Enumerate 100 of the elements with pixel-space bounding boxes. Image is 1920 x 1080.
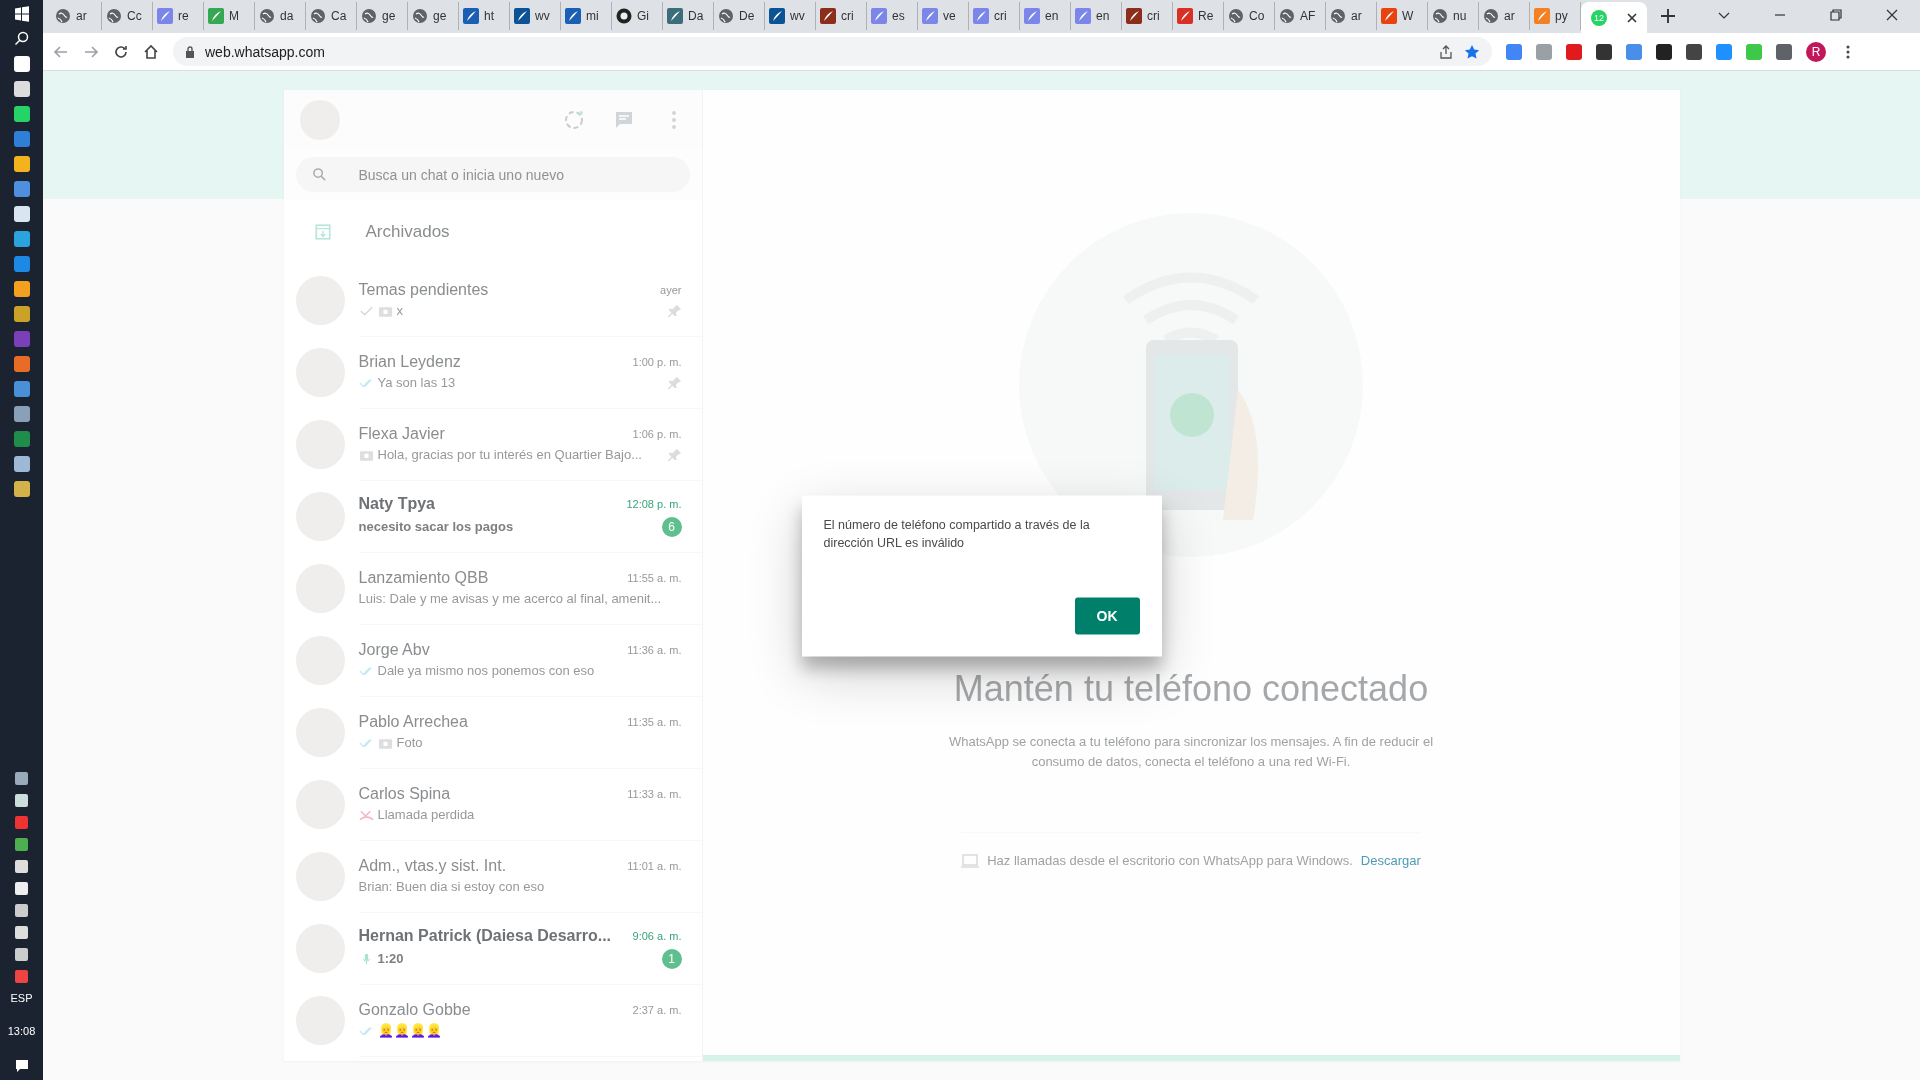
browser-tab[interactable]: W — [1377, 2, 1428, 30]
browser-tab[interactable]: nu — [1428, 2, 1479, 30]
globe-icon — [1228, 8, 1244, 24]
browser-tab[interactable]: ge — [357, 2, 408, 30]
chat-time: 2:37 a. m. — [632, 1004, 682, 1016]
browser-tab[interactable]: ar — [51, 2, 102, 30]
chat-name: Adm., vtas.y sist. Int. — [358, 857, 508, 875]
chat-name: Gonzalo Gobbe — [358, 1001, 472, 1019]
app-icon[interactable] — [13, 456, 30, 472]
search-field[interactable]: Busca un chat o inicia uno nuevo — [295, 157, 690, 192]
site-icon — [1534, 8, 1550, 24]
site-icon — [208, 8, 224, 24]
unread-count-badge: 6 — [661, 516, 682, 537]
browser-tab[interactable]: es — [867, 2, 918, 30]
chat-time: 11:35 a. m. — [627, 716, 682, 728]
search-icon — [311, 167, 327, 182]
windows-logo-icon[interactable] — [13, 6, 30, 22]
app-icon[interactable] — [13, 281, 30, 297]
browser-tab[interactable]: Re — [1173, 2, 1224, 30]
tray-icon[interactable] — [15, 882, 28, 895]
app-icon[interactable] — [13, 81, 30, 97]
browser-tab[interactable]: ar — [1326, 2, 1377, 30]
clock[interactable]: 13:08 — [7, 1025, 36, 1037]
chat-name: Flexa Javier — [358, 425, 446, 443]
restore-icon[interactable] — [1830, 9, 1842, 21]
browser-tab[interactable]: en — [1020, 2, 1071, 30]
browser-tab[interactable]: re — [153, 2, 204, 30]
back-arrow-icon[interactable] — [53, 43, 69, 60]
reload-icon[interactable] — [113, 43, 129, 60]
message-preview: x — [396, 303, 403, 318]
browser-tab[interactable]: da — [255, 2, 306, 30]
browser-tab[interactable]: Da — [663, 2, 714, 30]
browser-tab[interactable]: mi — [561, 2, 612, 30]
double-check-icon — [358, 376, 374, 389]
chat-time: 11:33 a. m. — [627, 788, 682, 800]
site-icon — [1126, 8, 1142, 24]
message-preview: 👱‍♀👱‍♀👱‍♀👱‍♀ — [377, 1023, 442, 1038]
browser-tab[interactable]: Cc — [102, 2, 153, 30]
forward-arrow-icon[interactable] — [83, 43, 99, 60]
browser-tab[interactable]: AF — [1275, 2, 1326, 30]
language-indicator[interactable]: ESP — [10, 992, 33, 1004]
globe-icon — [310, 8, 326, 24]
app-icon[interactable] — [13, 56, 30, 72]
site-icon — [1177, 8, 1193, 24]
globe-icon — [106, 8, 122, 24]
browser-tab[interactable]: Gi — [612, 2, 663, 30]
message-preview: Ya son las 13 — [377, 375, 456, 390]
star-icon[interactable] — [1464, 43, 1480, 60]
browser-tab[interactable]: ht — [459, 2, 510, 30]
browser-tab[interactable]: en — [1071, 2, 1122, 30]
app-icon[interactable] — [13, 306, 30, 322]
message-preview: Dale ya mismo nos ponemos con eso — [377, 663, 595, 678]
archive-box-icon — [313, 223, 332, 241]
double-check-icon — [358, 736, 374, 749]
site-icon — [514, 8, 530, 24]
extension-icon[interactable] — [1596, 43, 1612, 60]
globe-icon — [55, 8, 71, 24]
address-bar[interactable]: web.whatsapp.com — [173, 37, 1492, 66]
home-icon[interactable] — [143, 43, 159, 60]
extension-icon[interactable] — [1656, 43, 1672, 60]
browser-tab[interactable]: De — [714, 2, 765, 30]
message-preview: necesito sacar los pagos — [358, 519, 514, 534]
ok-button[interactable]: OK — [1074, 597, 1140, 634]
close-icon[interactable] — [1886, 9, 1898, 21]
site-icon — [769, 8, 785, 24]
app-icon[interactable] — [13, 156, 30, 172]
chat-row[interactable]: Pablo Arrechea 11:35 a. m. Foto — [283, 696, 702, 768]
unread-badge: 12 — [1591, 9, 1607, 26]
browser-tab[interactable]: M — [204, 2, 255, 30]
chat-row[interactable]: Hernan Patrick (Daiesa Desarro... 9:06 a. m. 1:20 1 — [283, 912, 702, 984]
app-icon[interactable] — [13, 106, 30, 122]
browser-tab[interactable]: wv — [765, 2, 816, 30]
new-tab-icon[interactable] — [1661, 9, 1675, 23]
app-icon[interactable] — [13, 481, 30, 497]
notifications-icon[interactable] — [13, 1058, 30, 1074]
browser-tab[interactable]: cri — [1122, 2, 1173, 30]
browser-tab[interactable]: ve — [918, 2, 969, 30]
browser-tab[interactable]: Co — [1224, 2, 1275, 30]
search-icon[interactable] — [13, 31, 30, 47]
site-icon — [1024, 8, 1040, 24]
browser-tab[interactable]: cri — [969, 2, 1020, 30]
extension-icon[interactable] — [1686, 43, 1702, 60]
app-icon[interactable] — [13, 406, 30, 422]
chat-time: 1:06 p. m. — [632, 428, 682, 440]
share-icon[interactable] — [1438, 43, 1454, 60]
browser-tab[interactable]: wv — [510, 2, 561, 30]
profile-avatar[interactable]: R — [1806, 41, 1826, 62]
chat-row[interactable]: Carlos Spina 11:33 a. m. Llamada perdida — [283, 768, 702, 840]
app-icon[interactable] — [13, 206, 30, 222]
browser-tab[interactable]: Ca — [306, 2, 357, 30]
close-icon[interactable] — [1627, 12, 1637, 23]
browser-tab[interactable]: ar — [1479, 2, 1530, 30]
browser-tab[interactable]: ge — [408, 2, 459, 30]
dialog-message: El número de teléfono compartido a través de la dirección URL es inválido — [823, 516, 1091, 551]
browser-tab[interactable]: cri — [816, 2, 867, 30]
extension-icon[interactable] — [1776, 43, 1792, 60]
chat-row[interactable]: Naty Tpya 12:08 p. m. necesito sacar los pagos 6 — [283, 480, 702, 552]
chat-name: Jorge Abv — [358, 641, 431, 659]
browser-tab[interactable]: py — [1530, 2, 1581, 30]
chat-row[interactable]: Temas pendientes ayer x — [283, 264, 702, 336]
